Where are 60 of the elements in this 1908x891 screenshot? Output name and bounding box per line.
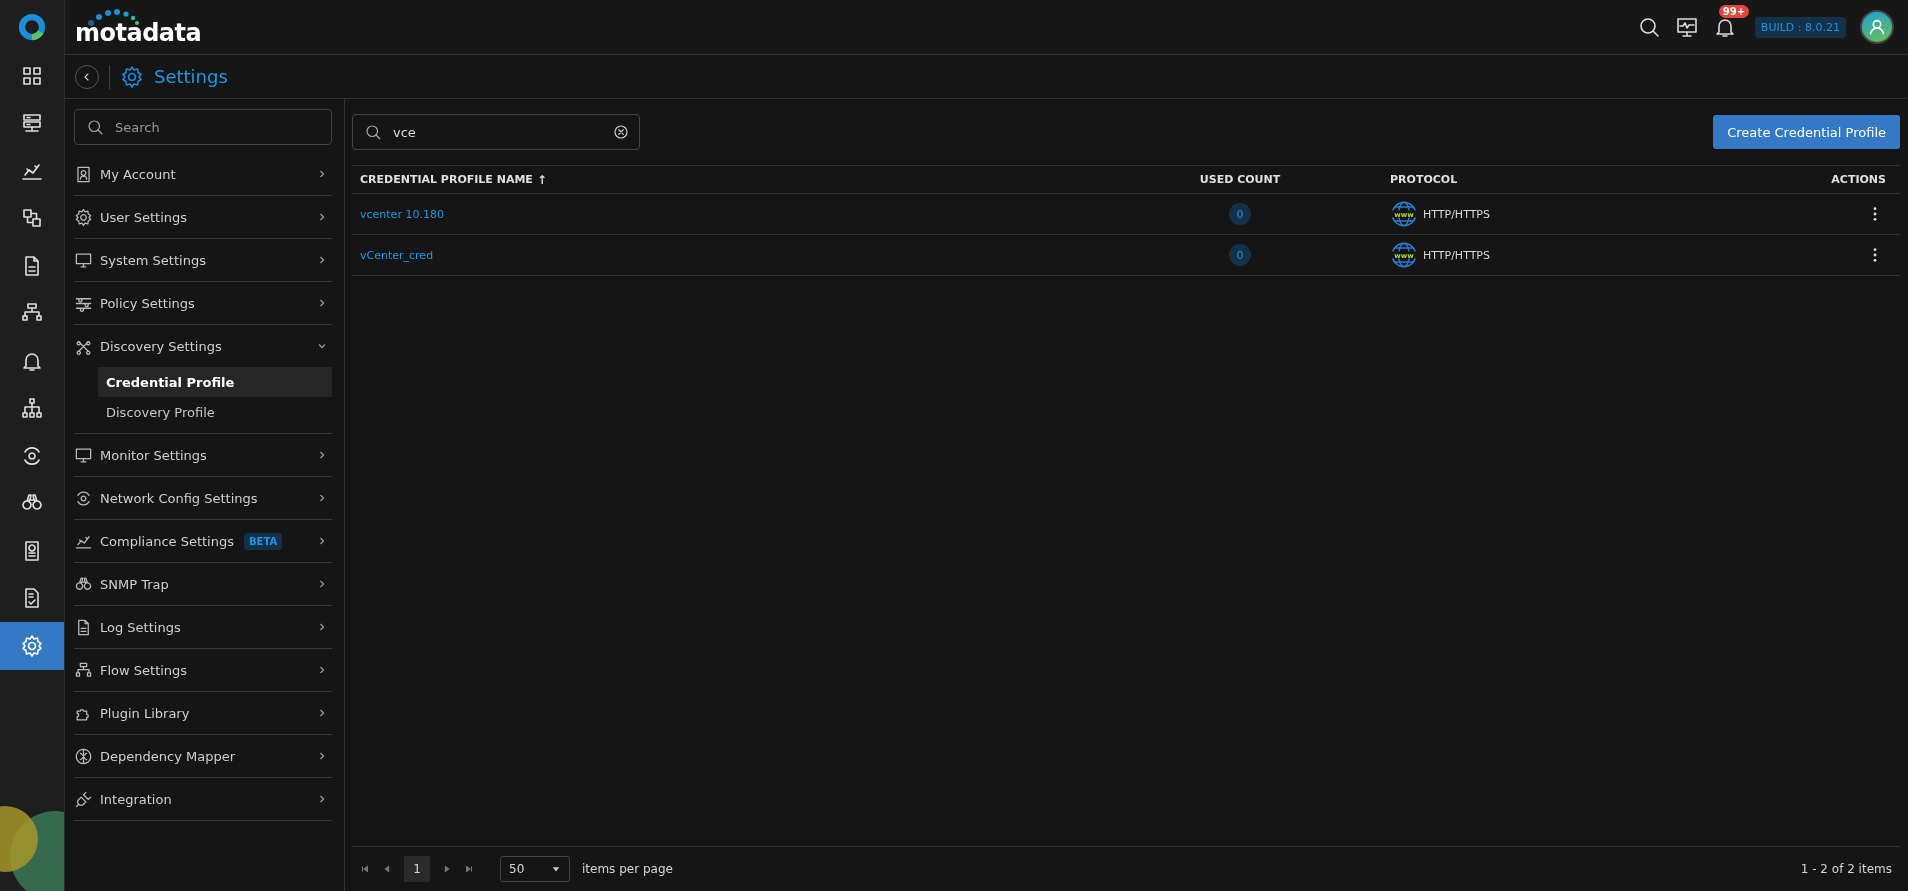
search-icon — [86, 118, 104, 136]
sidebar-item[interactable]: Compliance Settings BETA — [74, 520, 332, 562]
settings-icon — [120, 64, 144, 89]
profile-name-link[interactable]: vcenter 10.180 — [360, 207, 444, 221]
flow-icon — [74, 660, 93, 680]
sort-arrow[interactable]: ↑ — [536, 172, 547, 187]
sidebar-item[interactable]: Integration — [74, 778, 332, 820]
monitor-pulse-icon[interactable] — [1674, 15, 1699, 39]
pagination-summary: 1 - 2 of 2 items — [1800, 862, 1892, 876]
sidebar-item[interactable]: SNMP Trap — [74, 563, 332, 605]
dropdown-caret-icon — [551, 864, 561, 874]
sidebar-item[interactable]: Plugin Library — [74, 692, 332, 734]
protocol-text: HTTP/HTTPS — [1423, 248, 1490, 262]
sidebar-item[interactable]: Network Config Settings — [74, 477, 332, 519]
ring-logo-icon[interactable] — [17, 12, 47, 42]
page-size-dropdown[interactable]: 50 — [500, 856, 570, 882]
page-number-button[interactable]: 1 — [404, 856, 430, 882]
sidebar-item[interactable]: Discovery Settings — [74, 325, 332, 367]
create-credential-profile-button[interactable]: Create Credential Profile — [1713, 115, 1900, 149]
first-page-icon[interactable] — [360, 864, 370, 874]
next-page-icon[interactable] — [442, 864, 452, 874]
column-header[interactable]: ACTIONS — [1831, 173, 1886, 186]
used-count-badge: 0 — [1229, 244, 1251, 266]
user-card-icon — [74, 164, 93, 184]
sidebar-item[interactable]: My Account — [74, 153, 332, 195]
user-gear-icon — [74, 207, 93, 227]
sidebar-item[interactable]: Flow Settings — [74, 649, 332, 691]
plug-icon — [74, 789, 93, 809]
items-per-page-label: items per page — [582, 862, 673, 876]
submenu-item[interactable]: Credential Profile — [98, 367, 332, 397]
search-icon — [364, 123, 382, 141]
search-field[interactable]: Search — [74, 109, 332, 145]
user-avatar[interactable] — [1860, 10, 1894, 44]
build-version-badge: BUILD : 8.0.21 — [1754, 16, 1846, 38]
beta-badge: BETA — [244, 532, 283, 550]
profile-name-link[interactable]: vCenter_cred — [360, 248, 434, 262]
sidebar-item[interactable]: User Settings — [74, 196, 332, 238]
last-page-icon[interactable] — [464, 864, 474, 874]
protocol-text: HTTP/HTTPS — [1423, 207, 1490, 221]
column-header[interactable]: PROTOCOL — [1390, 173, 1458, 186]
submenu-item[interactable]: Discovery Profile — [98, 397, 332, 427]
column-header[interactable]: USED COUNT — [1199, 173, 1281, 186]
hierarchy-icon — [20, 396, 44, 421]
sidebar-item[interactable]: System Settings — [74, 239, 332, 281]
more-actions-icon[interactable] — [1872, 247, 1878, 263]
sidebar-item[interactable]: Dependency Mapper — [74, 735, 332, 777]
refresh-gear-icon — [74, 488, 93, 508]
settings-icon — [20, 633, 44, 658]
sidebar-item[interactable]: Log Settings — [74, 606, 332, 648]
column-header[interactable]: CREDENTIAL PROFILE NAME — [360, 173, 533, 186]
notification-count-badge: 99+ — [1718, 5, 1750, 18]
clear-icon[interactable] — [612, 123, 630, 141]
motadata-logo: motadata — [75, 7, 202, 47]
sidebar-item[interactable]: Monitor Settings — [74, 434, 332, 476]
search-field[interactable]: vce — [352, 114, 640, 150]
used-count-badge: 0 — [1229, 203, 1251, 225]
previous-page-icon[interactable] — [382, 864, 392, 874]
more-actions-icon[interactable] — [1872, 206, 1878, 222]
page-title: Settings — [154, 66, 228, 87]
sidebar-item[interactable]: Policy Settings — [74, 282, 332, 324]
